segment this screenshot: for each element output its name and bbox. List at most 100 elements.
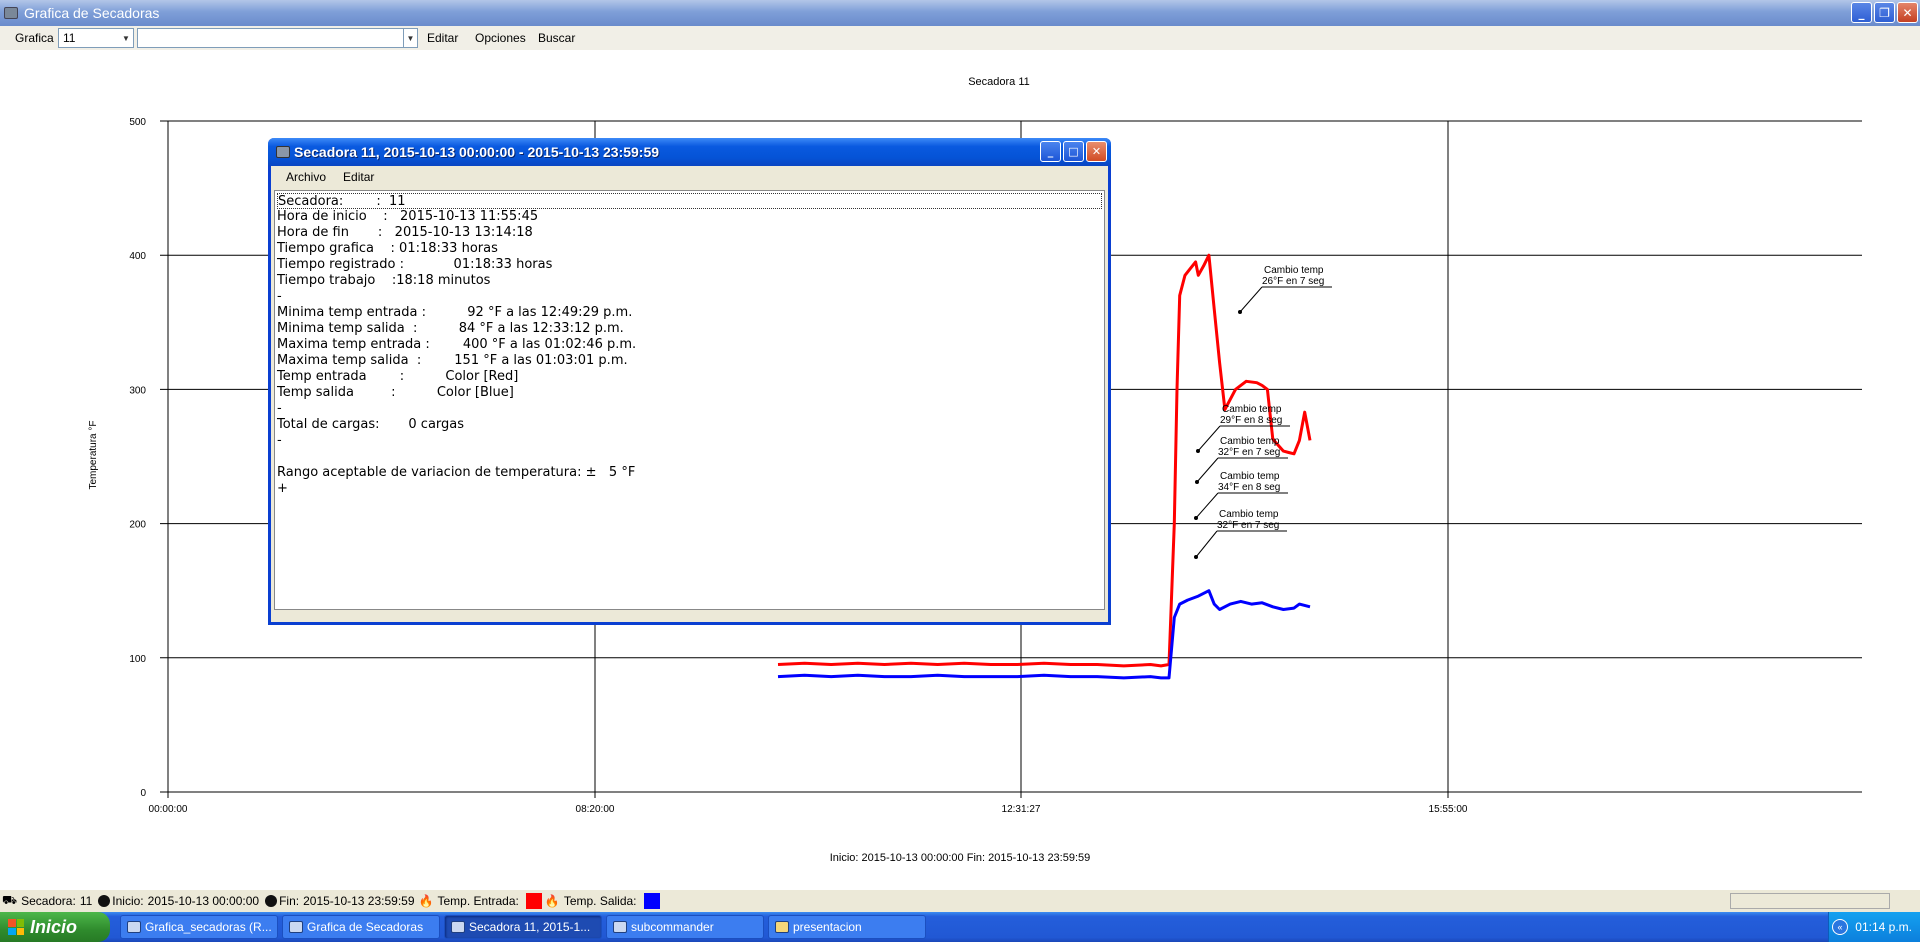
dialog-line: Minima temp salida : 84 °F a las 12:33:1… <box>277 321 624 336</box>
start-button[interactable]: Inicio <box>0 912 110 942</box>
dialog-line: Secadora: : 11 <box>277 193 1102 209</box>
task-label: presentacion <box>793 920 862 934</box>
status-salida-label: Temp. Salida: <box>563 894 637 908</box>
window-icon <box>289 921 303 933</box>
task-label: Secadora 11, 2015-1... <box>469 920 591 934</box>
dialog-controls: _ □ ✕ <box>1040 141 1107 162</box>
x-tick-label: 00:00:00 <box>149 804 188 815</box>
chevron-down-icon[interactable]: ▼ <box>119 29 133 47</box>
chart-caption: Inicio: 2015-10-13 00:00:00 Fin: 2015-10… <box>829 852 1091 864</box>
annotation-pointer <box>1197 425 1221 452</box>
annotation-arrowhead <box>1196 449 1200 453</box>
y-tick-label: 200 <box>129 520 146 531</box>
dialog-line: Tiempo registrado : 01:18:33 horas <box>277 257 553 272</box>
clock: 01:14 p.m. <box>1855 920 1912 934</box>
window-controls: _ ❐ ✕ <box>1851 2 1918 23</box>
task-secadora-11[interactable]: Secadora 11, 2015-1... <box>444 915 602 939</box>
dialog-menu-archivo[interactable]: Archivo <box>286 170 326 184</box>
status-fin-value: 2015-10-13 23:59:59 <box>303 894 415 908</box>
annotation-label: 26°F en 7 seg <box>1262 276 1324 287</box>
annotation-label: 29°F en 8 seg <box>1220 415 1282 426</box>
entrada-color-swatch <box>525 893 542 909</box>
annotation-label: Cambio temp <box>1220 471 1280 482</box>
search-combo[interactable]: ▼ <box>137 28 418 48</box>
annotation-pointer <box>1195 492 1219 519</box>
dialog-line: Maxima temp entrada : 400 °F a las 01:02… <box>277 337 637 352</box>
window-title: Grafica de Secadoras <box>24 5 160 21</box>
dialog-line: Temp entrada : Color [Red] <box>277 369 519 384</box>
flame-icon: 🔥 <box>544 894 560 908</box>
dialog-close-button[interactable]: ✕ <box>1086 141 1107 162</box>
annotation-label: Cambio temp <box>1220 436 1280 447</box>
task-grafica-de-secadoras[interactable]: Grafica de Secadoras <box>282 915 440 939</box>
task-subcommander[interactable]: subcommander <box>606 915 764 939</box>
clock-icon <box>265 895 278 907</box>
y-tick-label: 500 <box>129 117 146 128</box>
status-secadora-label: Secadora: <box>21 894 76 908</box>
annotation-label: Cambio temp <box>1222 404 1282 415</box>
dialog-text-area[interactable]: Secadora: : 11 Hora de inicio : 2015-10-1… <box>274 190 1105 610</box>
window-icon <box>127 921 141 933</box>
annotation-label: Cambio temp <box>1264 265 1324 276</box>
chevron-left-icon[interactable]: « <box>1832 919 1848 935</box>
annotation-arrowhead <box>1194 555 1198 559</box>
dialog-title-bar[interactable]: Secadora 11, 2015-10-13 00:00:00 - 2015-… <box>268 138 1111 166</box>
y-tick-label: 300 <box>129 385 146 396</box>
dialog-line: - <box>277 401 282 416</box>
grafica-label: Grafica <box>15 31 54 45</box>
secadora-select[interactable]: 11 ▼ <box>58 28 134 48</box>
status-inicio-value: 2015-10-13 00:00:00 <box>147 894 260 908</box>
close-button[interactable]: ✕ <box>1897 2 1918 23</box>
status-secadora-value: 11 <box>79 894 93 908</box>
status-entrada-label: Temp. Entrada: <box>437 894 519 908</box>
x-tick-label: 12:31:27 <box>1002 804 1041 815</box>
y-axis-label: Temperatura °F <box>88 420 99 489</box>
annotation-arrowhead <box>1194 516 1198 520</box>
task-label: Grafica de Secadoras <box>307 920 424 934</box>
windows-logo-icon <box>8 919 24 935</box>
dialog-menu: Archivo Editar <box>271 166 1108 188</box>
dialog-line: Minima temp entrada : 92 °F a las 12:49:… <box>277 305 633 320</box>
status-fin-label: Fin: <box>279 894 300 908</box>
toolbar: Grafica 11 ▼ ▼ Editar Opciones Buscar <box>0 26 1920 50</box>
menu-opciones[interactable]: Opciones <box>475 31 526 45</box>
window-icon <box>613 921 627 933</box>
menu-buscar[interactable]: Buscar <box>538 31 575 45</box>
annotation-pointer <box>1195 530 1218 558</box>
annotation-arrowhead <box>1238 310 1242 314</box>
details-dialog: Secadora 11, 2015-10-13 00:00:00 - 2015-… <box>268 138 1111 625</box>
chevron-down-icon[interactable]: ▼ <box>403 29 417 47</box>
dialog-line: Hora de inicio : 2015-10-13 11:55:45 <box>277 209 539 224</box>
minimize-button[interactable]: _ <box>1851 2 1872 23</box>
task-grafica-secadoras-r[interactable]: Grafica_secadoras (R... <box>120 915 278 939</box>
folder-icon <box>775 921 789 933</box>
dialog-line: - <box>277 289 282 304</box>
status-progress-box <box>1730 893 1890 909</box>
y-tick-label: 0 <box>140 788 146 799</box>
annotation-pointer <box>1239 286 1263 313</box>
truck-icon: ⛟ <box>2 893 18 907</box>
salida-color-swatch <box>643 893 660 909</box>
annotation-arrowhead <box>1195 480 1199 484</box>
y-tick-label: 400 <box>129 251 146 262</box>
system-tray: « 01:14 p.m. <box>1828 912 1920 942</box>
annotation-label: 32°F en 7 seg <box>1218 447 1280 458</box>
clock-icon <box>98 895 111 907</box>
y-tick-label: 100 <box>129 654 146 665</box>
annotation-label: Cambio temp <box>1219 509 1279 520</box>
dialog-line: Rango aceptable de variacion de temperat… <box>277 465 636 480</box>
x-tick-label: 08:20:00 <box>576 804 615 815</box>
dialog-menu-editar[interactable]: Editar <box>343 170 374 184</box>
dialog-minimize-button[interactable]: _ <box>1040 141 1061 162</box>
main-title-bar: Grafica de Secadoras _ ❐ ✕ <box>0 0 1920 26</box>
dialog-line: + <box>277 481 288 496</box>
restore-button[interactable]: ❐ <box>1874 2 1895 23</box>
dialog-app-icon <box>276 146 290 158</box>
secadora-select-value: 11 <box>63 31 76 45</box>
dialog-status-strip <box>274 610 1105 622</box>
dialog-maximize-button[interactable]: □ <box>1063 141 1084 162</box>
menu-editar[interactable]: Editar <box>427 31 458 45</box>
task-presentacion[interactable]: presentacion <box>768 915 926 939</box>
status-inicio-label: Inicio: <box>112 894 144 908</box>
dialog-line: Tiempo trabajo :18:18 minutos <box>277 273 491 288</box>
